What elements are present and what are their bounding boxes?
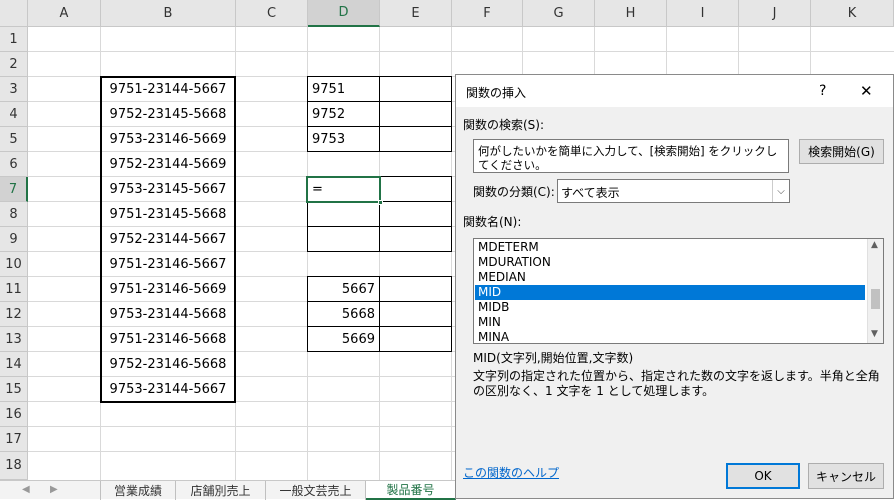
cell-b13[interactable]: 9751-23146-5668 — [101, 327, 235, 352]
tab-scroll-left-icon[interactable]: ◀ — [22, 484, 30, 495]
sheet-tab-eigyo-seiseki[interactable]: 営業成績 — [100, 481, 176, 500]
function-help-link[interactable]: この関数のヘルプ — [463, 464, 559, 481]
column-header-i[interactable]: I — [667, 0, 739, 27]
sheet-tab-tenpo-uriage[interactable]: 店舗別売上 — [176, 481, 266, 500]
column-header-b[interactable]: B — [101, 0, 236, 27]
column-header-j[interactable]: J — [739, 0, 811, 27]
column-header-k[interactable]: K — [811, 0, 894, 27]
column-header-d[interactable]: D — [308, 0, 380, 27]
sheet-tab-ippan-bungei[interactable]: 一般文芸売上 — [266, 481, 366, 500]
sheet-tab-seihin-bango[interactable]: 製品番号 — [366, 481, 456, 500]
scroll-thumb[interactable] — [871, 289, 880, 309]
tab-scroll-right-icon[interactable]: ▶ — [50, 484, 58, 495]
row-header-7[interactable]: 7 — [0, 177, 28, 202]
cell-b8[interactable]: 9751-23145-5668 — [101, 202, 235, 227]
row-header-18[interactable]: 18 — [0, 452, 28, 480]
category-select-value: すべて表示 — [561, 186, 620, 200]
search-textarea-text: 何がしたいかを簡単に入力して、[検索開始] をクリックしてください。 — [478, 144, 778, 172]
list-item[interactable]: MDETERM — [475, 240, 865, 255]
column-header-e[interactable]: E — [380, 0, 452, 27]
row-header-6[interactable]: 6 — [0, 152, 28, 177]
cell-b10[interactable]: 9751-23146-5667 — [101, 252, 235, 277]
list-item[interactable]: MEDIAN — [475, 270, 865, 285]
close-icon[interactable]: ✕ — [860, 82, 873, 100]
cell-b11[interactable]: 9751-23146-5669 — [101, 277, 235, 302]
cell-d4[interactable]: 9752 — [308, 102, 379, 127]
cell-b15[interactable]: 9753-23144-5667 — [101, 377, 235, 402]
scroll-down-icon[interactable]: ▼ — [871, 329, 878, 339]
function-syntax: MID(文字列,開始位置,文字数) — [473, 351, 634, 365]
function-description: 文字列の指定された位置から、指定された数の文字を返します。半角と全角の区別なく、… — [473, 369, 886, 399]
category-select[interactable]: すべて表示 ⌵ — [557, 179, 790, 203]
column-header-g[interactable]: G — [523, 0, 595, 27]
select-all-corner[interactable] — [0, 0, 28, 27]
cell-b4[interactable]: 9752-23145-5668 — [101, 102, 235, 127]
row-header-10[interactable]: 10 — [0, 252, 28, 277]
cell-d5[interactable]: 9753 — [308, 127, 379, 152]
function-listbox[interactable]: MDETERM MDURATION MEDIAN MID MIDB MIN MI… — [473, 238, 884, 344]
column-header-h[interactable]: H — [595, 0, 667, 27]
row-header-1[interactable]: 1 — [0, 27, 28, 52]
row-header-13[interactable]: 13 — [0, 327, 28, 352]
dialog-title-bar[interactable]: 関数の挿入 ? ✕ — [456, 75, 893, 107]
list-item[interactable]: MIN — [475, 315, 865, 330]
search-label: 関数の検索(S): — [463, 118, 545, 132]
category-label: 関数の分類(C): — [473, 185, 555, 199]
category-dropdown-button[interactable]: ⌵ — [772, 180, 789, 202]
row-header-4[interactable]: 4 — [0, 102, 28, 127]
cancel-button[interactable]: キャンセル — [808, 463, 884, 489]
ok-button[interactable]: OK — [726, 463, 800, 489]
help-icon[interactable]: ? — [819, 83, 826, 99]
row-header-8[interactable]: 8 — [0, 202, 28, 227]
function-description-text: 文字列の指定された位置から、指定された数の文字を返します。半角と全角の区別なく、… — [473, 369, 880, 398]
column-header-c[interactable]: C — [236, 0, 308, 27]
row-header-5[interactable]: 5 — [0, 127, 28, 152]
row-header-9[interactable]: 9 — [0, 227, 28, 252]
row-header-17[interactable]: 17 — [0, 427, 28, 452]
list-item-selected[interactable]: MID — [475, 285, 865, 300]
row-header-2[interactable]: 2 — [0, 52, 28, 77]
column-header-a[interactable]: A — [28, 0, 101, 27]
cell-b14[interactable]: 9752-23146-5668 — [101, 352, 235, 377]
row-header-15[interactable]: 15 — [0, 377, 28, 402]
row-header-14[interactable]: 14 — [0, 352, 28, 377]
cell-b7[interactable]: 9753-23145-5667 — [101, 177, 235, 202]
scroll-up-icon[interactable]: ▲ — [871, 240, 878, 250]
cell-d7-value[interactable]: = — [308, 177, 379, 202]
list-item[interactable]: MIDB — [475, 300, 865, 315]
cell-d12[interactable]: 5668 — [308, 302, 379, 327]
list-item[interactable]: MINA — [475, 330, 865, 343]
search-textarea[interactable]: 何がしたいかを簡単に入力して、[検索開始] をクリックしてください。 — [473, 139, 789, 173]
cell-b6[interactable]: 9752-23144-5669 — [101, 152, 235, 177]
function-list-label: 関数名(N): — [463, 215, 522, 229]
cell-d11[interactable]: 5667 — [308, 277, 379, 302]
column-header-f[interactable]: F — [452, 0, 523, 27]
row-header-3[interactable]: 3 — [0, 77, 28, 102]
cell-b3[interactable]: 9751-23144-5667 — [101, 77, 235, 102]
row-header-12[interactable]: 12 — [0, 302, 28, 327]
chevron-down-icon: ⌵ — [777, 185, 785, 197]
cell-b9[interactable]: 9752-23144-5667 — [101, 227, 235, 252]
row-header-11[interactable]: 11 — [0, 277, 28, 302]
cell-d3[interactable]: 9751 — [308, 77, 379, 102]
list-item[interactable]: MDURATION — [475, 255, 865, 270]
dialog-title: 関数の挿入 — [466, 86, 527, 100]
cell-b5[interactable]: 9753-23146-5669 — [101, 127, 235, 152]
insert-function-dialog: 関数の挿入 ? ✕ 関数の検索(S): 何がしたいかを簡単に入力して、[検索開始… — [455, 74, 894, 499]
search-start-button[interactable]: 検索開始(G) — [799, 139, 884, 164]
cell-d13[interactable]: 5669 — [308, 327, 379, 352]
list-scrollbar[interactable]: ▲ ▼ — [867, 239, 883, 343]
row-header-16[interactable]: 16 — [0, 402, 28, 427]
cell-b12[interactable]: 9753-23144-5668 — [101, 302, 235, 327]
